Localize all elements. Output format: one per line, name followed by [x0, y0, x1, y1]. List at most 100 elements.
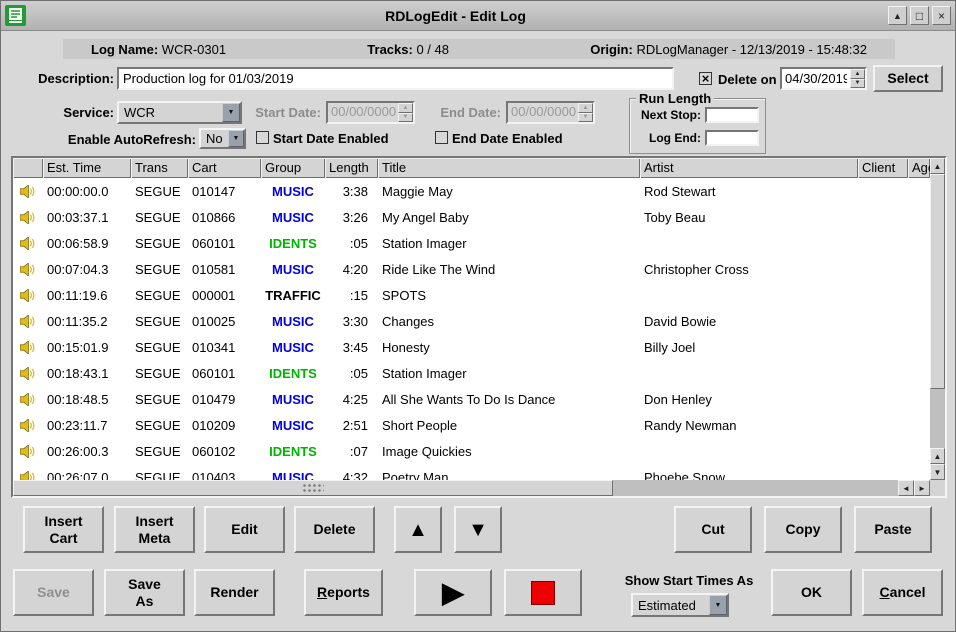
horizontal-scrollbar[interactable]: ◄ ►	[13, 480, 930, 496]
service-label: Service:	[41, 105, 114, 120]
play-icon: ▶	[442, 579, 464, 607]
insert-cart-button[interactable]: Insert Cart	[23, 506, 104, 553]
insert-meta-button[interactable]: Insert Meta	[114, 506, 195, 553]
titlebar[interactable]: RDLogEdit - Edit Log ▲ □ ×	[1, 1, 955, 31]
vertical-scrollbar[interactable]: ▲ ▲ ▼	[930, 158, 945, 480]
cut-button[interactable]: Cut	[674, 506, 752, 553]
ok-button[interactable]: OK	[771, 569, 852, 616]
table-row[interactable]: 00:11:35.2 SEGUE 010025 MUSIC 3:30 Chang…	[13, 308, 930, 334]
cell-cart: 000001	[188, 288, 261, 303]
log-end-row: Log End:	[649, 130, 759, 146]
description-label: Description:	[15, 71, 114, 86]
spin-up-icon[interactable]: ▲	[850, 69, 865, 79]
column-header-agency[interactable]: Agency	[908, 158, 930, 178]
log-name: Log Name: WCR-0301	[91, 42, 226, 57]
stop-button[interactable]	[504, 569, 582, 616]
next-stop-field[interactable]	[705, 107, 759, 123]
delete-date-spinbox[interactable]: ▲ ▼	[780, 67, 867, 90]
cell-length: :15	[325, 288, 378, 303]
cell-est-time: 00:11:35.2	[43, 314, 131, 329]
save-as-button[interactable]: Save As	[104, 569, 185, 616]
log-end-field[interactable]	[705, 130, 759, 146]
scroll-up-icon[interactable]: ▲	[930, 448, 945, 464]
spin-down-icon: ▼	[398, 113, 413, 123]
scroll-up-icon[interactable]: ▲	[930, 158, 945, 174]
column-header-artist[interactable]: Artist	[640, 158, 858, 178]
cell-cart: 010341	[188, 340, 261, 355]
start-date-enabled-checkbox[interactable]	[256, 131, 269, 144]
description-input[interactable]	[117, 67, 674, 90]
vertical-scroll-thumb[interactable]	[930, 174, 945, 389]
log-end-label: Log End:	[649, 131, 701, 145]
chevron-down-icon[interactable]: ▼	[709, 595, 727, 615]
table-row[interactable]: 00:03:37.1 SEGUE 010866 MUSIC 3:26 My An…	[13, 204, 930, 230]
table-row[interactable]: 00:26:00.3 SEGUE 060102 IDENTS :07 Image…	[13, 438, 930, 464]
table-row[interactable]: 00:07:04.3 SEGUE 010581 MUSIC 4:20 Ride …	[13, 256, 930, 282]
cell-group: IDENTS	[261, 366, 325, 381]
cell-group: IDENTS	[261, 236, 325, 251]
shade-button[interactable]: ▲	[888, 6, 907, 25]
table-row[interactable]: 00:15:01.9 SEGUE 010341 MUSIC 3:45 Hones…	[13, 334, 930, 360]
run-length-group: Run Length Next Stop: Log End:	[629, 98, 766, 154]
cell-title: Ride Like The Wind	[378, 262, 640, 277]
move-down-button[interactable]: ▼	[454, 506, 502, 553]
speaker-icon	[13, 289, 43, 302]
table-row[interactable]: 00:23:11.7 SEGUE 010209 MUSIC 2:51 Short…	[13, 412, 930, 438]
delete-on-checkbox[interactable]: ×	[699, 72, 712, 85]
maximize-button[interactable]: □	[910, 6, 929, 25]
table-row[interactable]: 00:11:19.6 SEGUE 000001 TRAFFIC :15 SPOT…	[13, 282, 930, 308]
column-header-client[interactable]: Client	[858, 158, 908, 178]
table-row[interactable]: 00:18:48.5 SEGUE 010479 MUSIC 4:25 All S…	[13, 386, 930, 412]
column-header-est-time[interactable]: Est. Time	[43, 158, 131, 178]
delete-date-value[interactable]	[782, 69, 850, 88]
move-up-button[interactable]: ▲	[394, 506, 442, 553]
cell-est-time: 00:11:19.6	[43, 288, 131, 303]
chevron-down-icon[interactable]: ▼	[228, 130, 244, 147]
tracks-value: 0 / 48	[416, 42, 449, 57]
delete-date-spin-arrows[interactable]: ▲ ▼	[850, 69, 865, 88]
paste-button[interactable]: Paste	[854, 506, 932, 553]
autorefresh-combo[interactable]: No ▼	[199, 128, 246, 149]
scroll-down-icon[interactable]: ▼	[930, 464, 945, 480]
close-button[interactable]: ×	[932, 6, 951, 25]
show-start-times-combo[interactable]: Estimated ▼	[631, 593, 729, 617]
spin-down-icon[interactable]: ▼	[850, 79, 865, 89]
cancel-button[interactable]: Cancel	[862, 569, 943, 616]
cell-cart: 010403	[188, 470, 261, 481]
next-stop-label: Next Stop:	[641, 108, 701, 122]
scroll-left-icon[interactable]: ◄	[898, 480, 914, 496]
copy-button[interactable]: Copy	[764, 506, 842, 553]
shade-icon: ▲	[893, 11, 902, 21]
column-header-trans[interactable]: Trans	[131, 158, 188, 178]
cell-trans: SEGUE	[131, 184, 188, 199]
delete-button[interactable]: Delete	[294, 506, 375, 553]
cell-trans: SEGUE	[131, 366, 188, 381]
table-body[interactable]: 00:00:00.0 SEGUE 010147 MUSIC 3:38 Maggi…	[13, 178, 930, 480]
table-row[interactable]: 00:06:58.9 SEGUE 060101 IDENTS :05 Stati…	[13, 230, 930, 256]
vertical-scroll-track[interactable]	[930, 389, 945, 448]
column-header-icon[interactable]	[13, 158, 43, 178]
select-date-button[interactable]: Select	[873, 65, 943, 92]
column-header-length[interactable]: Length	[325, 158, 378, 178]
horizontal-scroll-thumb[interactable]	[13, 480, 613, 496]
chevron-down-icon[interactable]: ▼	[222, 103, 240, 122]
service-combo[interactable]: WCR ▼	[117, 101, 242, 124]
render-button[interactable]: Render	[194, 569, 275, 616]
cell-est-time: 00:26:00.3	[43, 444, 131, 459]
cell-cart: 060102	[188, 444, 261, 459]
end-date-value: 00/00/0000	[508, 103, 578, 122]
column-header-cart[interactable]: Cart	[188, 158, 261, 178]
table-row[interactable]: 00:18:43.1 SEGUE 060101 IDENTS :05 Stati…	[13, 360, 930, 386]
scroll-right-icon[interactable]: ►	[914, 480, 930, 496]
table-row[interactable]: 00:26:07.0 SEGUE 010403 MUSIC 4:32 Poetr…	[13, 464, 930, 480]
play-button[interactable]: ▶	[414, 569, 492, 616]
speaker-icon	[13, 185, 43, 198]
cell-artist: Randy Newman	[640, 418, 858, 433]
end-date-enabled-checkbox[interactable]	[435, 131, 448, 144]
edit-button[interactable]: Edit	[204, 506, 285, 553]
column-header-title[interactable]: Title	[378, 158, 640, 178]
reports-button[interactable]: Reports	[304, 569, 383, 616]
table-row[interactable]: 00:00:00.0 SEGUE 010147 MUSIC 3:38 Maggi…	[13, 178, 930, 204]
column-header-group[interactable]: Group	[261, 158, 325, 178]
horizontal-scroll-track[interactable]	[613, 480, 898, 496]
